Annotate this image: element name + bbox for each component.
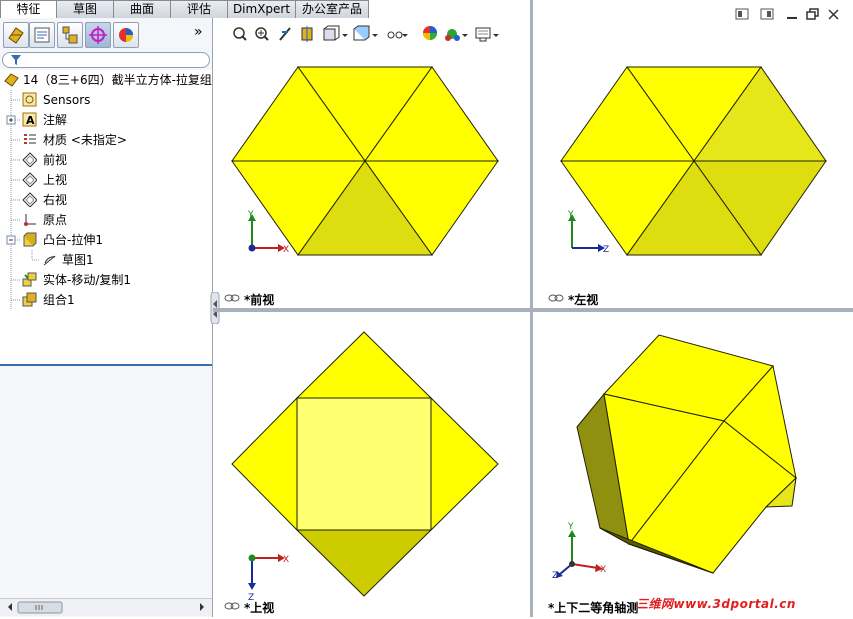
configuration-icon xyxy=(62,26,78,44)
y-axis-label: Y xyxy=(247,210,254,220)
iso-view-label: *上下二等角轴测 xyxy=(548,601,639,615)
viewport-window-controls xyxy=(735,8,839,20)
left-view-label: *左视 xyxy=(568,293,599,307)
tab-features[interactable]: 特征 xyxy=(0,0,57,19)
watermark-text: 三维网www.3dportal.cn xyxy=(636,597,796,611)
z-axis-label: Z xyxy=(603,245,609,255)
section-view-icon[interactable] xyxy=(301,26,313,42)
sensors-icon xyxy=(22,92,37,107)
tab-surfaces[interactable]: 曲面 xyxy=(113,0,171,18)
tree-filter-input[interactable] xyxy=(2,52,210,68)
tab-sketch[interactable]: 草图 xyxy=(56,0,114,18)
restore-icon[interactable] xyxy=(806,8,819,20)
front-view-label: *前视 xyxy=(244,293,275,307)
tile-left-icon[interactable] xyxy=(735,8,749,20)
link-view-icon[interactable] xyxy=(224,601,240,611)
close-icon[interactable] xyxy=(828,9,839,20)
zoom-to-area-icon[interactable] xyxy=(255,27,269,41)
property-manager-tab[interactable] xyxy=(29,22,55,48)
edit-appearance-icon[interactable] xyxy=(423,26,437,40)
view-orientation-icon[interactable] xyxy=(323,25,348,41)
iso-view-viewport[interactable]: Y X Z xyxy=(534,314,853,617)
dimxpert-manager-tab[interactable] xyxy=(85,22,111,48)
y-axis-label: Y xyxy=(567,210,574,220)
front-view-viewport[interactable]: Y X xyxy=(214,50,530,306)
view-settings-icon[interactable] xyxy=(475,27,499,42)
configuration-manager-tab[interactable] xyxy=(57,22,83,48)
left-view-viewport[interactable]: Y Z xyxy=(534,50,853,306)
display-manager-tab[interactable] xyxy=(113,22,139,48)
top-view-triad: Z X xyxy=(248,554,289,603)
link-view-icon[interactable] xyxy=(548,293,564,303)
tile-right-icon[interactable] xyxy=(760,8,774,20)
pane-tabs: » xyxy=(0,22,212,48)
feature-tree-icon xyxy=(8,27,24,44)
front-view-model xyxy=(231,66,499,256)
plane-icon xyxy=(22,152,37,167)
move-copy-icon xyxy=(22,272,37,287)
material-icon xyxy=(24,134,36,144)
display-style-icon[interactable] xyxy=(353,25,378,41)
heads-up-toolbar xyxy=(233,25,499,42)
z-axis-label: Z xyxy=(552,571,558,581)
x-axis-label: X xyxy=(283,555,289,565)
scrollbar-arrows xyxy=(8,601,204,614)
left-view-model xyxy=(560,66,827,256)
expand-pane-button[interactable]: » xyxy=(194,24,203,40)
previous-view-icon[interactable] xyxy=(279,27,291,41)
x-axis-label: X xyxy=(600,565,606,575)
top-view-model xyxy=(231,331,499,597)
apply-scene-icon[interactable] xyxy=(445,29,468,41)
display-manager-icon xyxy=(119,28,133,42)
svg-text:A: A xyxy=(26,114,35,127)
tab-dimxpert[interactable]: DimXpert xyxy=(227,0,296,18)
y-axis-label: Y xyxy=(567,522,574,532)
annotations-icon: A xyxy=(22,112,37,127)
combine-icon xyxy=(22,292,37,307)
zoom-to-fit-icon[interactable] xyxy=(233,27,247,41)
tab-office-products[interactable]: 办公室产品 xyxy=(295,0,369,18)
iso-view-model xyxy=(576,334,797,574)
filter-icon xyxy=(11,55,21,65)
tab-evaluate[interactable]: 评估 xyxy=(170,0,228,18)
origin-icon xyxy=(24,214,36,226)
x-axis-label: X xyxy=(283,245,289,255)
iso-view-triad: Y X Z xyxy=(552,522,606,581)
top-view-viewport[interactable]: Z X xyxy=(214,314,530,617)
command-manager-tabs: 特征 草图 曲面 评估 DimXpert 办公室产品 xyxy=(0,0,369,19)
hide-show-items-icon[interactable] xyxy=(387,31,408,39)
horizontal-split[interactable] xyxy=(213,308,853,312)
sketch-icon xyxy=(43,255,56,266)
top-view-label: *上视 xyxy=(244,601,275,615)
tree-separator[interactable] xyxy=(0,364,212,366)
link-view-icon[interactable] xyxy=(224,293,240,303)
property-manager-icon xyxy=(34,27,50,43)
plane-icon xyxy=(22,172,37,187)
dimxpert-target-icon xyxy=(89,26,107,44)
part-icon xyxy=(4,73,19,87)
extrude-icon xyxy=(23,232,37,247)
feature-tree-tab[interactable] xyxy=(3,22,29,48)
plane-icon xyxy=(22,192,37,207)
feature-manager-pane: » 14（8三+6四）截半立方体-拉复组 Sensors A 注解 材质 <未指… xyxy=(0,18,213,617)
horizontal-scrollbar[interactable] xyxy=(0,598,212,616)
